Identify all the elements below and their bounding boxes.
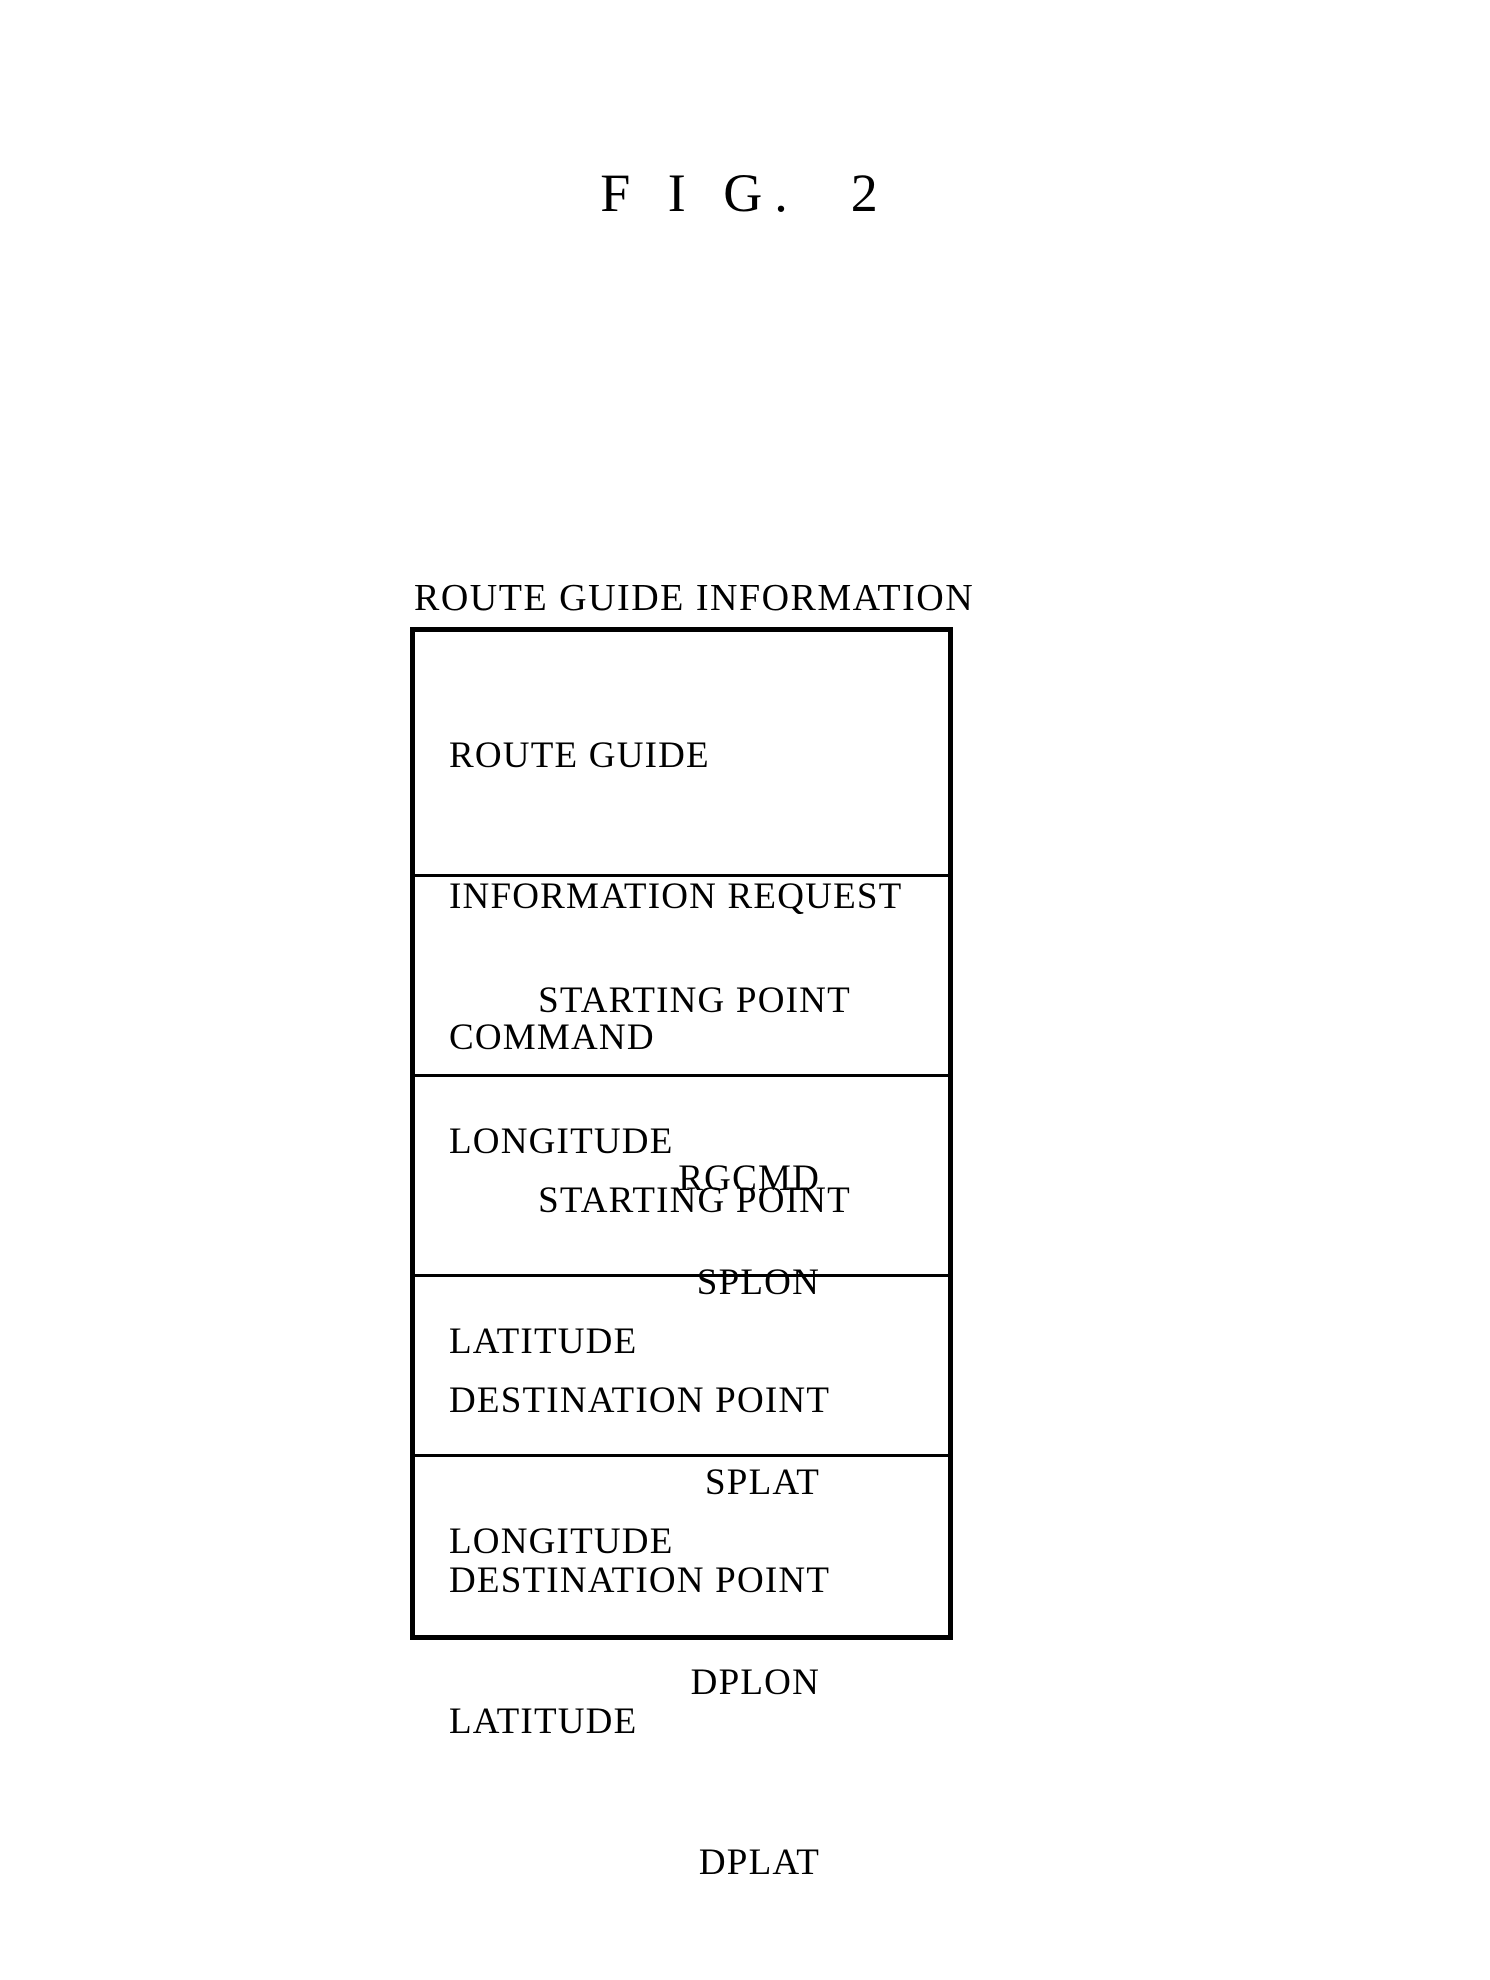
table-row: ROUTE GUIDE INFORMATION REQUEST COMMAND … <box>415 632 948 1199</box>
field-name-line-1: ROUTE GUIDE <box>449 735 710 776</box>
field-name-line-2: LATITUDE <box>449 1701 638 1742</box>
field-name-line-1: DESTINATION POINT <box>449 1380 831 1421</box>
field-name-line-1: STARTING POINT <box>538 1180 851 1221</box>
message-structure-table: ROUTE GUIDE INFORMATION REQUEST COMMAND … <box>410 627 953 1883</box>
figure-title: F I G. 2 <box>600 163 890 223</box>
table-row: DESTINATION POINT LATITUDE DPLAT <box>415 1457 948 1883</box>
field-name-line-1: DESTINATION POINT <box>449 1560 831 1601</box>
caption-line-1: ROUTE GUIDE INFORMATION <box>414 577 975 619</box>
row-field-dplat: DESTINATION POINT LATITUDE DPLAT <box>415 1463 948 1980</box>
table-row: DESTINATION POINT LONGITUDE DPLON <box>415 1277 948 1703</box>
field-name-line-1: STARTING POINT <box>538 980 851 1021</box>
field-code: DPLAT <box>698 1842 820 1883</box>
figure-page: F I G. 2 ROUTE GUIDE INFORMATION REQUEST… <box>0 0 1490 1945</box>
table-row: STARTING POINT LATITUDE SPLAT <box>415 1077 948 1503</box>
table-row: STARTING POINT LONGITUDE SPLON <box>415 877 948 1303</box>
